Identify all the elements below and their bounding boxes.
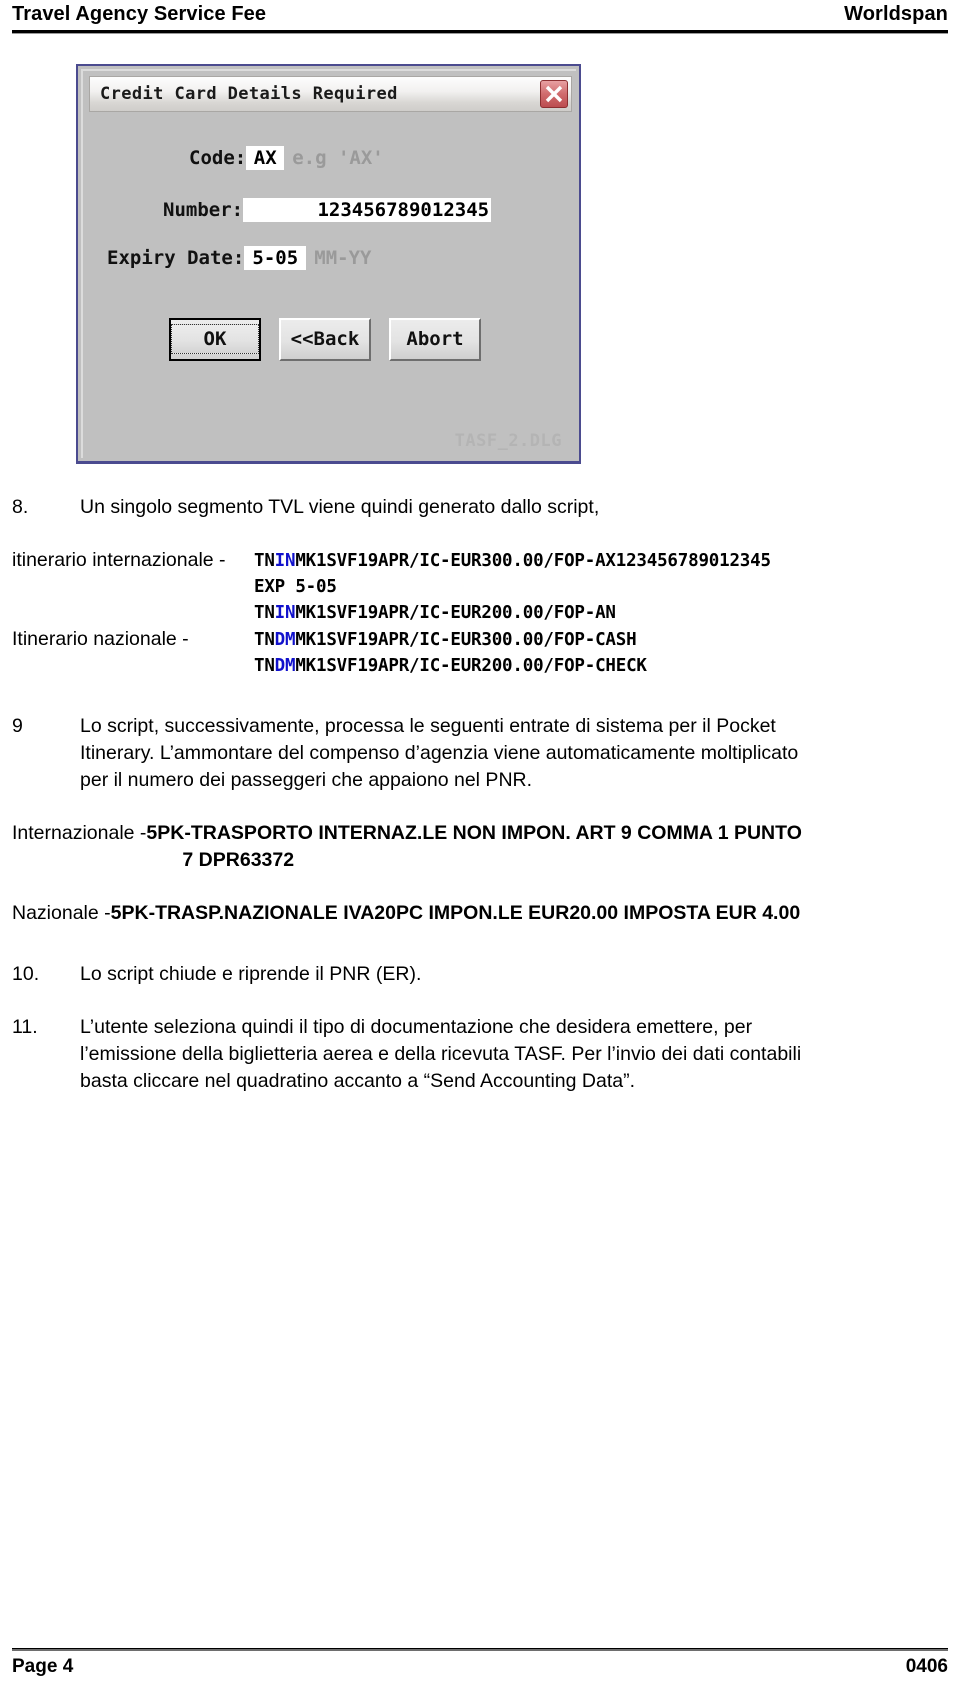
itinerary-code-block: itinerario internazionale - TNINMK1SVF19… bbox=[12, 547, 948, 679]
header-divider bbox=[12, 30, 948, 34]
itinerary-label: Itinerario nazionale - bbox=[12, 628, 189, 650]
entry-internazionale-value: 5PK-TRASPORTO INTERNAZ.LE NON IMPON. ART… bbox=[146, 820, 948, 874]
list-item-11: 11. L’utente seleziona quindi il tipo di… bbox=[12, 1014, 948, 1095]
footer-divider bbox=[12, 1648, 948, 1651]
abort-button[interactable]: Abort bbox=[389, 318, 481, 361]
expiry-field-label: Expiry Date: bbox=[107, 247, 245, 269]
list-item-8-number: 8. bbox=[12, 496, 29, 518]
number-input[interactable]: 123456789012345 bbox=[243, 198, 492, 222]
list-item-10-number: 10. bbox=[12, 963, 40, 985]
footer-page-number: Page 4 bbox=[12, 1656, 74, 1677]
list-item-11-number: 11. bbox=[12, 1016, 38, 1038]
itinerary-code: TNDMMK1SVF19APR/IC-EUR300.00/FOP-CASH bbox=[254, 630, 637, 650]
entry-internazionale-label: Internazionale - bbox=[12, 822, 147, 844]
itinerary-code: EXP 5-05 bbox=[254, 577, 337, 597]
back-button[interactable]: <<Back bbox=[279, 318, 371, 361]
close-x-icon[interactable] bbox=[540, 80, 568, 108]
number-field-label: Number: bbox=[163, 199, 244, 221]
itinerary-code: TNINMK1SVF19APR/IC-EUR300.00/FOP-AX12345… bbox=[254, 551, 771, 571]
footer-code: 0406 bbox=[905, 1656, 948, 1677]
list-item-8: 8. Un singolo segmento TVL viene quindi … bbox=[12, 494, 948, 521]
expiry-field-row: Expiry Date: 5-05 MM-YY bbox=[107, 246, 371, 270]
dialog-screenshot-figure: Credit Card Details Required Code: AX e.… bbox=[76, 64, 581, 464]
list-item-9-line3: per il numero dei passeggeri che appaion… bbox=[80, 769, 533, 791]
entry-nazionale-label: Nazionale - bbox=[12, 902, 111, 924]
dialog-body: Code: AX e.g 'AX' Number: 12345678901234… bbox=[89, 116, 572, 453]
code-input[interactable]: AX bbox=[246, 146, 285, 170]
dialog-file-label: TASF_2.DLG bbox=[454, 431, 562, 451]
ok-button-label: OK bbox=[171, 324, 259, 354]
itinerary-line: TNINMK1SVF19APR/IC-EUR200.00/FOP-AN bbox=[12, 600, 948, 626]
itinerary-line: Itinerario nazionale - TNDMMK1SVF19APR/I… bbox=[12, 626, 948, 653]
dialog-titlebar: Credit Card Details Required bbox=[89, 76, 572, 112]
credit-card-dialog: Credit Card Details Required Code: AX e.… bbox=[76, 64, 581, 464]
ok-button[interactable]: OK bbox=[169, 318, 261, 361]
itinerary-label: itinerario internazionale - bbox=[12, 549, 226, 571]
itinerary-line: EXP 5-05 bbox=[12, 574, 948, 600]
list-item-11-line2: l’emissione della biglietteria aerea e d… bbox=[80, 1043, 802, 1065]
itinerary-line: TNDMMK1SVF19APR/IC-EUR200.00/FOP-CHECK bbox=[12, 653, 948, 679]
header-left-title: Travel Agency Service Fee bbox=[12, 3, 267, 25]
list-item-11-line3: basta cliccare nel quadratino accanto a … bbox=[80, 1070, 636, 1092]
list-item-11-text: L’utente seleziona quindi il tipo di doc… bbox=[80, 1014, 948, 1095]
expiry-input[interactable]: 5-05 bbox=[244, 246, 307, 270]
code-field-row: Code: AX e.g 'AX' bbox=[189, 146, 384, 170]
code-field-hint: e.g 'AX' bbox=[292, 147, 384, 169]
itinerary-line: itinerario internazionale - TNINMK1SVF19… bbox=[12, 547, 948, 574]
list-item-10: 10. Lo script chiude e riprende il PNR (… bbox=[12, 961, 948, 988]
list-item-9: 9 Lo script, successivamente, processa l… bbox=[12, 713, 948, 794]
list-item-9-line2: Itinerary. L’ammontare del compenso d’ag… bbox=[80, 742, 799, 764]
itinerary-code: TNDMMK1SVF19APR/IC-EUR200.00/FOP-CHECK bbox=[254, 656, 647, 676]
list-item-10-text: Lo script chiude e riprende il PNR (ER). bbox=[80, 963, 422, 985]
list-item-9-number: 9 bbox=[12, 715, 23, 737]
entry-internazionale: Internazionale - 5PK-TRASPORTO INTERNAZ.… bbox=[12, 820, 948, 874]
document-body: 8. Un singolo segmento TVL viene quindi … bbox=[12, 494, 948, 1095]
list-item-8-text: Un singolo segmento TVL viene quindi gen… bbox=[80, 496, 600, 518]
dialog-title: Credit Card Details Required bbox=[100, 84, 398, 104]
list-item-9-line1: Lo script, successivamente, processa le … bbox=[80, 715, 776, 737]
code-field-label: Code: bbox=[189, 147, 247, 169]
expiry-field-hint: MM-YY bbox=[314, 247, 372, 269]
entry-nazionale: Nazionale - 5PK-TRASP.NAZIONALE IVA20PC … bbox=[12, 900, 948, 927]
list-item-11-line1: L’utente seleziona quindi il tipo di doc… bbox=[80, 1016, 753, 1038]
number-field-row: Number: 123456789012345 bbox=[163, 198, 492, 222]
list-item-9-text: Lo script, successivamente, processa le … bbox=[80, 713, 948, 794]
dialog-button-row: OK <<Back Abort bbox=[169, 318, 481, 361]
dialog-inner-frame: Credit Card Details Required Code: AX e.… bbox=[81, 69, 576, 458]
entry-nazionale-value: 5PK-TRASP.NAZIONALE IVA20PC IMPON.LE EUR… bbox=[110, 902, 801, 924]
entry-internazionale-value-line1: 5PK-TRASPORTO INTERNAZ.LE NON IMPON. ART… bbox=[146, 822, 802, 844]
header-right-title: Worldspan bbox=[844, 3, 948, 25]
itinerary-code: TNINMK1SVF19APR/IC-EUR200.00/FOP-AN bbox=[254, 603, 616, 623]
entry-internazionale-value-line2: 7 DPR63372 bbox=[182, 849, 295, 871]
page-footer: Page 4 0406 bbox=[12, 1655, 948, 1679]
